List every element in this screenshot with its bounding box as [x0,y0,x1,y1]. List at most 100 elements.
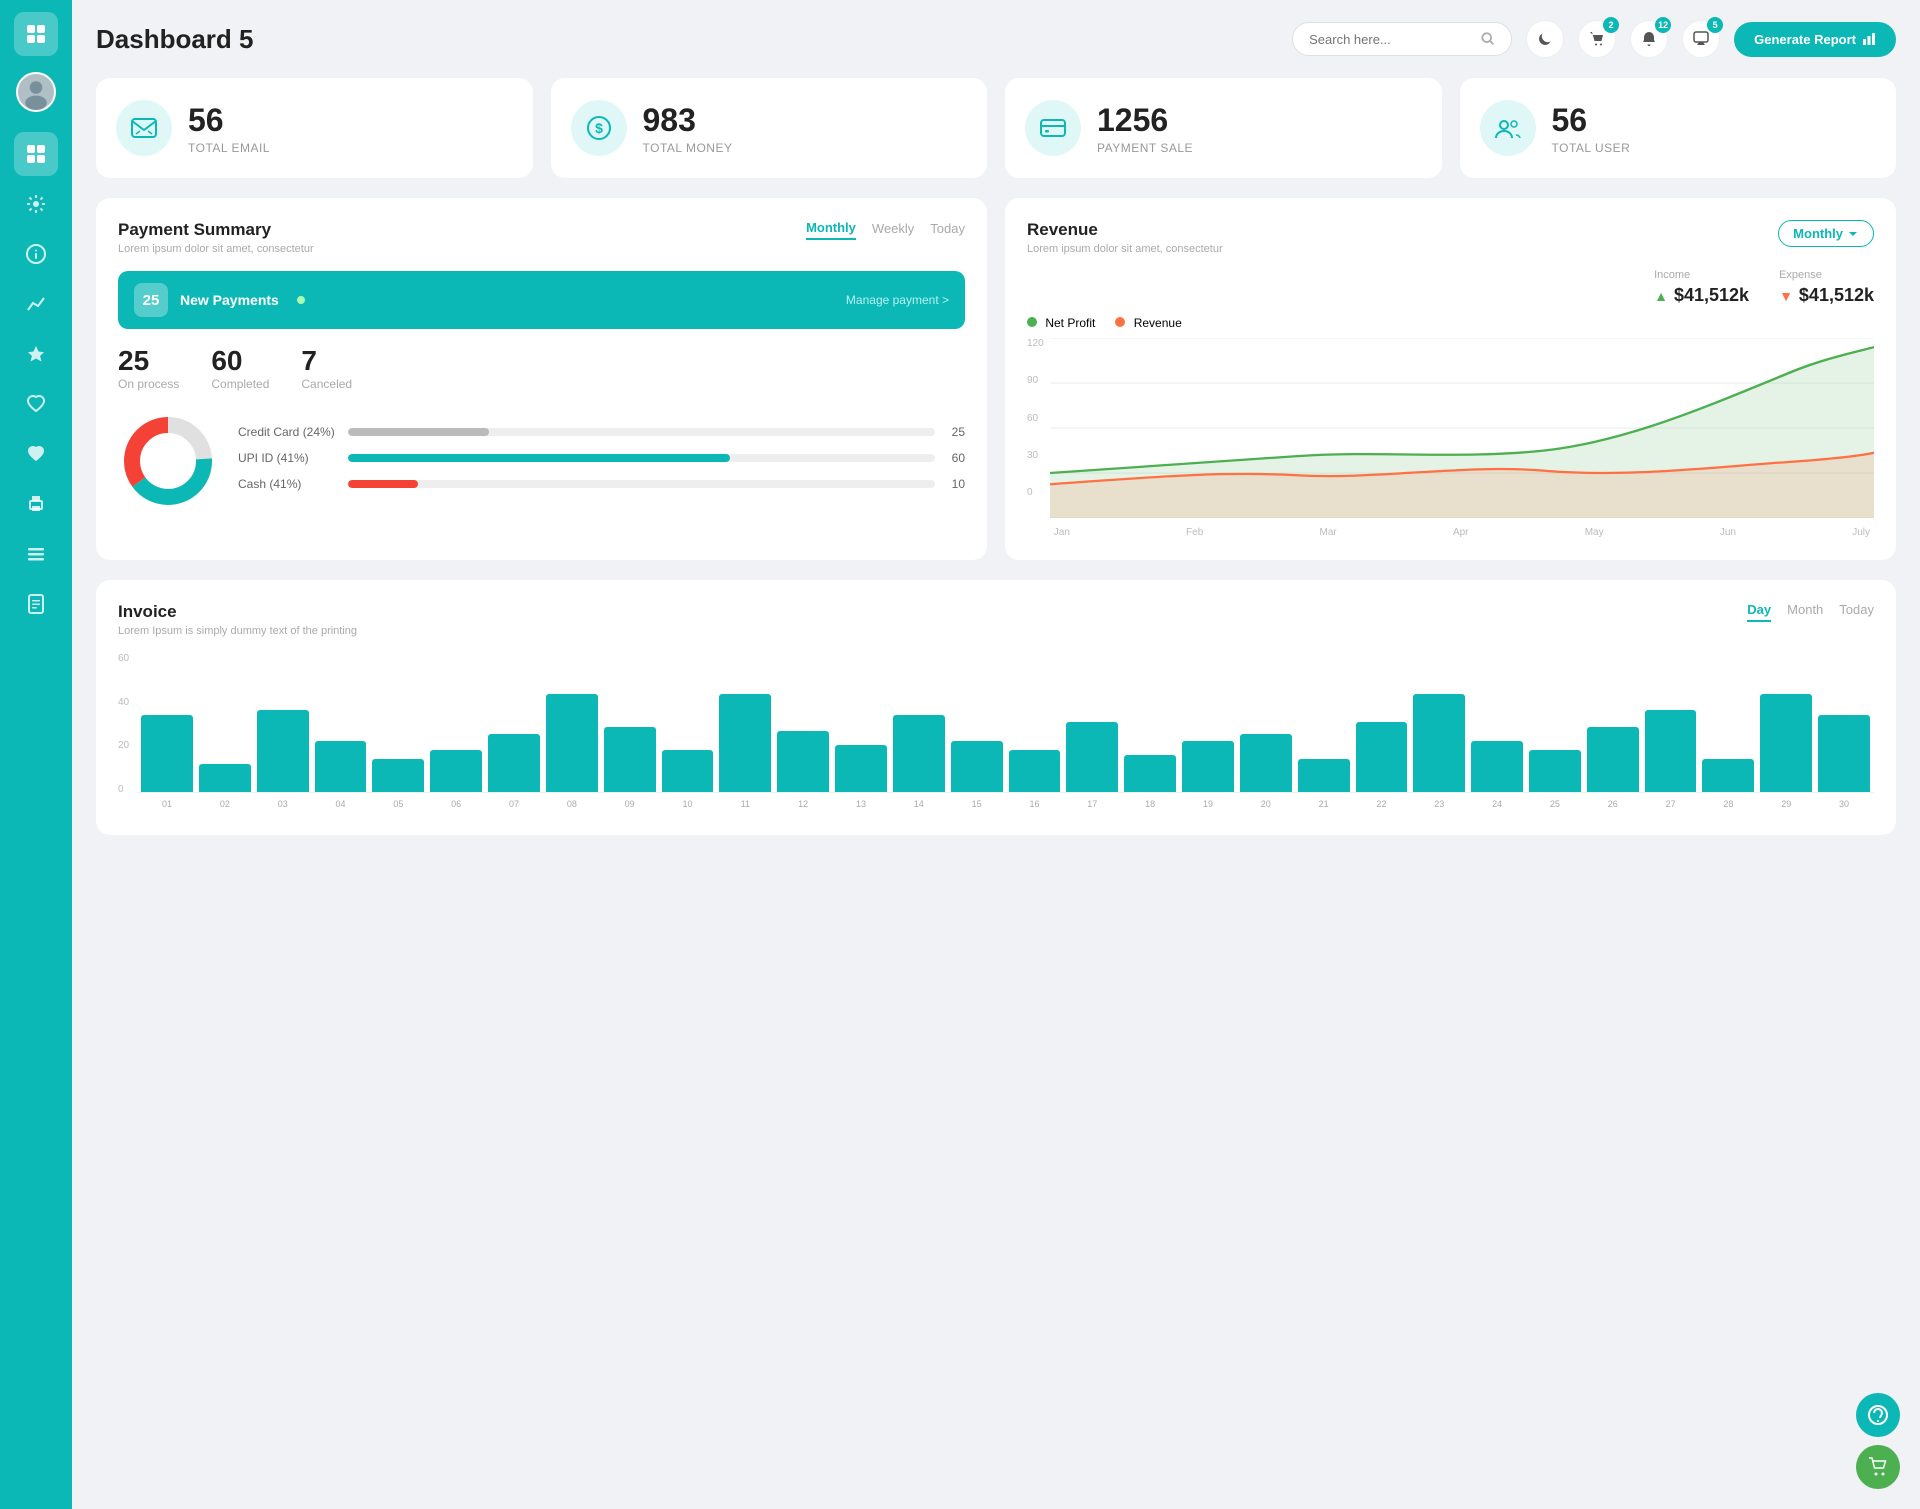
invoice-y-labels: 60 40 20 0 [118,653,129,813]
bar-label: 18 [1124,799,1176,809]
progress-list: Credit Card (24%) 25 UPI ID (41%) 60 [238,425,965,503]
bar-column [951,741,1003,792]
bar-column [1066,722,1118,792]
sidebar-item-star[interactable] [14,332,58,376]
bar-column [372,759,424,792]
cash-label: Cash (41%) [238,477,338,491]
revenue-monthly-dropdown[interactable]: Monthly [1778,220,1874,247]
tab-today[interactable]: Today [930,221,965,239]
x-label-mar: Mar [1319,527,1336,538]
bar-label: 24 [1471,799,1523,809]
cart-fab[interactable] [1856,1445,1900,1489]
revenue-subtitle: Lorem ipsum dolor sit amet, consectetur [1027,243,1223,255]
invoice-bar [1066,722,1118,792]
invoice-tabs: Day Month Today [1747,602,1874,622]
invoice-bar [257,710,309,792]
invoice-bar [1356,722,1408,792]
bar-column [835,745,887,792]
sidebar-logo[interactable] [14,12,58,56]
sidebar-item-dashboard[interactable] [14,132,58,176]
cash-bar-wrap [348,480,935,488]
bar-column [488,734,540,792]
sidebar-item-settings[interactable] [14,182,58,226]
invoice-header: Invoice Lorem Ipsum is simply dummy text… [118,602,1874,637]
y-label-120: 120 [1027,338,1044,349]
completed-count: 60 [211,345,269,377]
bar-column [1587,727,1639,792]
bar-label: 14 [893,799,945,809]
header: Dashboard 5 2 [96,20,1896,58]
stat-card-user: 56 TOTAL USER [1460,78,1897,178]
bar-label: 20 [1240,799,1292,809]
sidebar-item-list[interactable] [14,532,58,576]
payment-tabs: Monthly Weekly Today [806,220,965,240]
cart-btn[interactable]: 2 [1578,20,1616,58]
bar-label: 05 [372,799,424,809]
income-icon: ▲ [1654,288,1668,304]
x-label-jun: Jun [1720,527,1736,538]
bar-column [604,727,656,792]
inv-tab-day[interactable]: Day [1747,602,1771,622]
on-process-label: On process [118,377,179,391]
revenue-title: Revenue [1027,220,1223,240]
user-icon [1494,114,1522,142]
y-axis-labels: 120 90 60 30 0 [1027,338,1044,518]
cash-bar [348,480,418,488]
bar-column [141,715,193,792]
completed-label: Completed [211,377,269,391]
sidebar-item-document[interactable] [14,582,58,626]
svg-text:$: $ [595,120,603,136]
dark-mode-toggle[interactable] [1526,20,1564,58]
bar-label: 17 [1066,799,1118,809]
chat-icon [1693,31,1709,47]
upi-bar [348,454,730,462]
bar-column [893,715,945,792]
bell-btn[interactable]: 12 [1630,20,1668,58]
tab-monthly[interactable]: Monthly [806,220,856,240]
bar-column [1182,741,1234,792]
sidebar-item-print[interactable] [14,482,58,526]
generate-report-button[interactable]: Generate Report [1734,22,1896,57]
bar-column [430,750,482,792]
sidebar-item-heart-outline[interactable] [14,382,58,426]
bar-label: 30 [1818,799,1870,809]
inv-tab-today[interactable]: Today [1839,602,1874,622]
progress-cash: Cash (41%) 10 [238,477,965,491]
page-title: Dashboard 5 [96,24,254,55]
avatar[interactable] [16,72,56,112]
bar-label: 10 [662,799,714,809]
bar-label: 23 [1413,799,1465,809]
chat-btn[interactable]: 5 [1682,20,1720,58]
x-label-jan: Jan [1054,527,1070,538]
bar-column [719,694,771,792]
invoice-bar [1529,750,1581,792]
support-fab[interactable] [1856,1393,1900,1437]
inv-tab-month[interactable]: Month [1787,602,1823,622]
manage-payment-link[interactable]: Manage payment > [846,293,949,307]
invoice-bar [1413,694,1465,792]
invoice-bar [719,694,771,792]
tab-weekly[interactable]: Weekly [872,221,914,239]
canceled-label: Canceled [301,377,352,391]
revenue-chart: Jan Feb Mar Apr May Jun July [1050,338,1874,538]
fab-row [1856,1393,1900,1489]
invoice-bar [893,715,945,792]
bar-column [1471,741,1523,792]
income-block: Income ▲ $41,512k [1654,269,1749,306]
active-dot [297,296,305,304]
invoice-bar [662,750,714,792]
bar-column [1298,759,1350,792]
revenue-card: Revenue Lorem ipsum dolor sit amet, cons… [1005,198,1896,560]
search-input[interactable] [1309,32,1473,47]
email-label: TOTAL EMAIL [188,141,270,155]
sidebar-item-chart[interactable] [14,282,58,326]
invoice-card: Invoice Lorem Ipsum is simply dummy text… [96,580,1896,835]
sidebar-item-info[interactable] [14,232,58,276]
invoice-bar [1298,759,1350,792]
bar-column [1529,750,1581,792]
invoice-bar [777,731,829,792]
bar-chart-icon [1862,32,1876,46]
sidebar-item-heart-solid[interactable] [14,432,58,476]
bar-column [1240,734,1292,792]
search-box[interactable] [1292,22,1512,56]
